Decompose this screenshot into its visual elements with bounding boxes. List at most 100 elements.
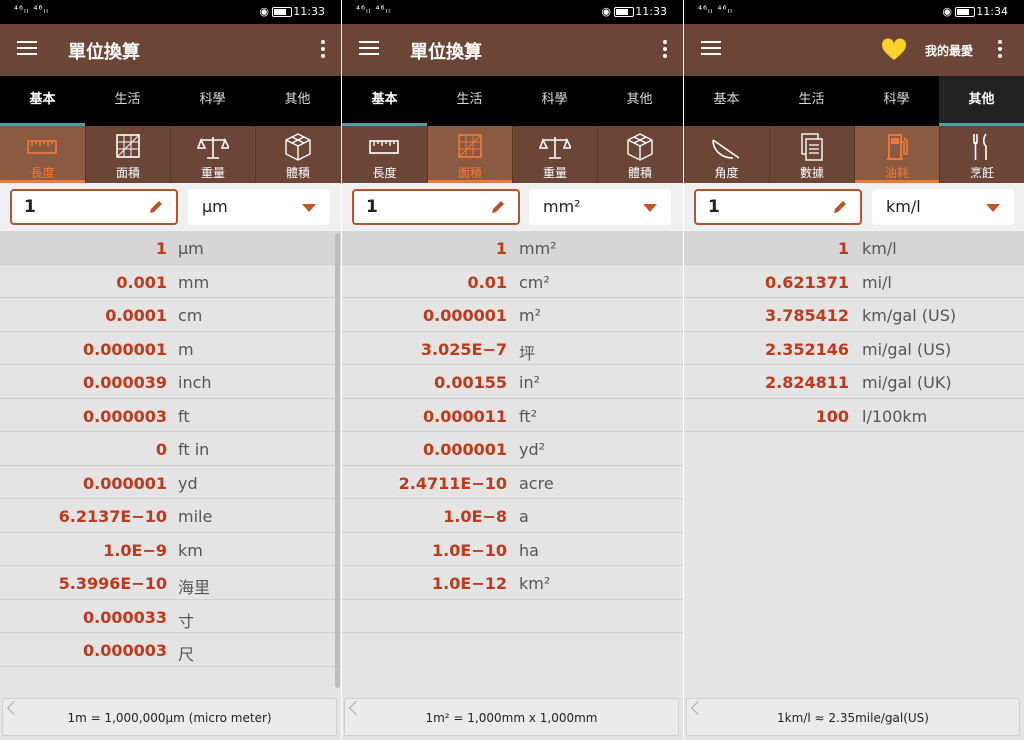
definition-footer-button[interactable]: 1m² = 1,000mm x 1,000mm bbox=[344, 698, 679, 736]
hamburger-menu-icon[interactable] bbox=[17, 40, 37, 56]
table-row[interactable]: 0.01 cm² bbox=[342, 265, 683, 298]
definition-footer-button[interactable]: 1m = 1,000,000μm (micro meter) bbox=[2, 698, 337, 736]
hamburger-menu-icon[interactable] bbox=[701, 40, 721, 56]
ruler-icon bbox=[369, 140, 399, 154]
overflow-menu-icon[interactable] bbox=[661, 39, 669, 59]
pencil-icon[interactable] bbox=[490, 199, 506, 215]
value-text: 1 bbox=[708, 197, 720, 217]
pencil-icon[interactable] bbox=[148, 199, 164, 215]
category-area[interactable]: 面積 bbox=[427, 126, 512, 183]
category-volume[interactable]: 體積 bbox=[255, 126, 340, 183]
category-cooking[interactable]: 烹飪 bbox=[939, 126, 1024, 183]
table-row[interactable]: 0 ft in bbox=[0, 432, 341, 466]
area-grid-icon bbox=[458, 134, 482, 158]
table-row[interactable]: 1 mm² bbox=[342, 231, 683, 265]
pencil-icon[interactable] bbox=[832, 199, 848, 215]
value-input[interactable]: 1 bbox=[10, 189, 178, 225]
favorites-label[interactable]: 我的最愛 bbox=[925, 42, 973, 59]
hamburger-menu-icon[interactable] bbox=[359, 40, 379, 56]
tab-life[interactable]: 生活 bbox=[427, 76, 512, 126]
result-value: 1.0E−12 bbox=[432, 574, 507, 593]
table-row[interactable]: 0.000003 ft bbox=[0, 399, 341, 432]
table-row[interactable]: 0.001 mm bbox=[0, 265, 341, 298]
unit-select[interactable]: μm bbox=[188, 189, 330, 225]
heart-icon[interactable] bbox=[881, 37, 907, 63]
result-value: 0.01 bbox=[467, 272, 507, 292]
table-row[interactable]: 100 l/100km bbox=[684, 399, 1024, 432]
result-unit: yd bbox=[178, 473, 198, 493]
tab-science[interactable]: 科學 bbox=[170, 76, 255, 126]
tab-science[interactable]: 科學 bbox=[512, 76, 597, 126]
footer-text: 1km/l ≈ 2.35mile/gal(US) bbox=[777, 711, 929, 725]
dropdown-arrow-icon bbox=[986, 204, 1000, 212]
tab-life[interactable]: 生活 bbox=[85, 76, 170, 126]
table-row[interactable]: 0.000003 尺 bbox=[0, 633, 341, 667]
category-length[interactable]: 長度 bbox=[342, 126, 427, 183]
scrollbar[interactable] bbox=[335, 233, 340, 688]
scale-icon bbox=[197, 137, 229, 159]
table-row[interactable]: 0.000001 yd bbox=[0, 466, 341, 499]
ruler-icon bbox=[27, 140, 57, 154]
result-unit: a bbox=[519, 507, 529, 526]
table-row[interactable]: 1 km/l bbox=[684, 231, 1024, 265]
definition-footer-button[interactable]: 1km/l ≈ 2.35mile/gal(US) bbox=[686, 698, 1020, 736]
tab-basic[interactable]: 基本 bbox=[0, 76, 85, 126]
category-label: 面積 bbox=[457, 166, 482, 180]
result-unit: l/100km bbox=[862, 406, 928, 426]
table-row[interactable]: 0.000001 yd² bbox=[342, 432, 683, 466]
table-row[interactable]: 6.2137E−10 mile bbox=[0, 499, 341, 533]
table-row[interactable]: 0.0001 cm bbox=[0, 298, 341, 332]
table-row[interactable]: 1.0E−10 ha bbox=[342, 533, 683, 566]
table-row[interactable]: 1.0E−12 km² bbox=[342, 566, 683, 600]
table-row[interactable]: 3.025E−7 坪 bbox=[342, 332, 683, 365]
table-row[interactable]: 0.000011 ft² bbox=[342, 399, 683, 432]
category-weight[interactable]: 重量 bbox=[170, 126, 255, 183]
result-unit: cm² bbox=[519, 272, 550, 292]
result-value: 0.001 bbox=[116, 272, 167, 292]
unit-select[interactable]: mm² bbox=[529, 189, 671, 225]
tab-other[interactable]: 其他 bbox=[597, 76, 682, 126]
tab-basic[interactable]: 基本 bbox=[342, 76, 427, 126]
table-row[interactable]: 2.824811 mi/gal (UK) bbox=[684, 365, 1024, 399]
status-bar: ⁴⁶ₗₗ ⁴⁶ₗₗ ◉ 11:33 bbox=[342, 0, 683, 24]
table-row[interactable]: 2.352146 mi/gal (US) bbox=[684, 332, 1024, 365]
result-unit: mi/l bbox=[862, 272, 892, 292]
table-row[interactable]: 1 μm bbox=[0, 231, 341, 265]
table-row[interactable]: 5.3996E−10 海里 bbox=[0, 566, 341, 600]
eye-icon: ◉ bbox=[942, 5, 952, 18]
clock: 11:34 bbox=[976, 5, 1008, 18]
table-row[interactable]: 0.000033 寸 bbox=[0, 600, 341, 633]
table-row[interactable]: 2.4711E−10 acre bbox=[342, 466, 683, 499]
category-angle[interactable]: 角度 bbox=[684, 126, 769, 183]
table-row[interactable]: 0.621371 mi/l bbox=[684, 265, 1024, 298]
category-weight[interactable]: 重量 bbox=[512, 126, 597, 183]
battery-icon bbox=[955, 7, 975, 17]
category-data[interactable]: 數據 bbox=[769, 126, 854, 183]
table-row[interactable]: 0.000001 m bbox=[0, 332, 341, 365]
table-row[interactable]: 3.785412 km/gal (US) bbox=[684, 298, 1024, 332]
overflow-menu-icon[interactable] bbox=[996, 39, 1004, 59]
tab-science[interactable]: 科學 bbox=[854, 76, 939, 126]
table-row[interactable]: 1.0E−8 a bbox=[342, 499, 683, 533]
value-input[interactable]: 1 bbox=[352, 189, 520, 225]
result-value: 0 bbox=[155, 440, 167, 459]
category-fuel[interactable]: 油耗 bbox=[854, 126, 939, 183]
tab-basic[interactable]: 基本 bbox=[684, 76, 769, 126]
tab-life[interactable]: 生活 bbox=[769, 76, 854, 126]
result-unit: μm bbox=[178, 239, 204, 258]
status-bar: ⁴⁶ₗₗ ⁴⁶ₗₗ ◉ 11:34 bbox=[684, 0, 1024, 24]
table-row[interactable]: 0.00155 in² bbox=[342, 365, 683, 399]
unit-select[interactable]: km/l bbox=[872, 189, 1014, 225]
overflow-menu-icon[interactable] bbox=[319, 39, 327, 59]
result-value: 0.000033 bbox=[82, 607, 167, 627]
result-value: 1.0E−10 bbox=[432, 540, 507, 560]
category-volume[interactable]: 體積 bbox=[597, 126, 682, 183]
table-row[interactable]: 1.0E−9 km bbox=[0, 533, 341, 566]
tab-other[interactable]: 其他 bbox=[939, 76, 1024, 126]
tab-other[interactable]: 其他 bbox=[255, 76, 340, 126]
value-input[interactable]: 1 bbox=[694, 189, 862, 225]
table-row[interactable]: 0.000039 inch bbox=[0, 365, 341, 399]
category-area[interactable]: 面積 bbox=[85, 126, 170, 183]
table-row[interactable]: 0.000001 m² bbox=[342, 298, 683, 332]
category-length[interactable]: 長度 bbox=[0, 126, 85, 183]
